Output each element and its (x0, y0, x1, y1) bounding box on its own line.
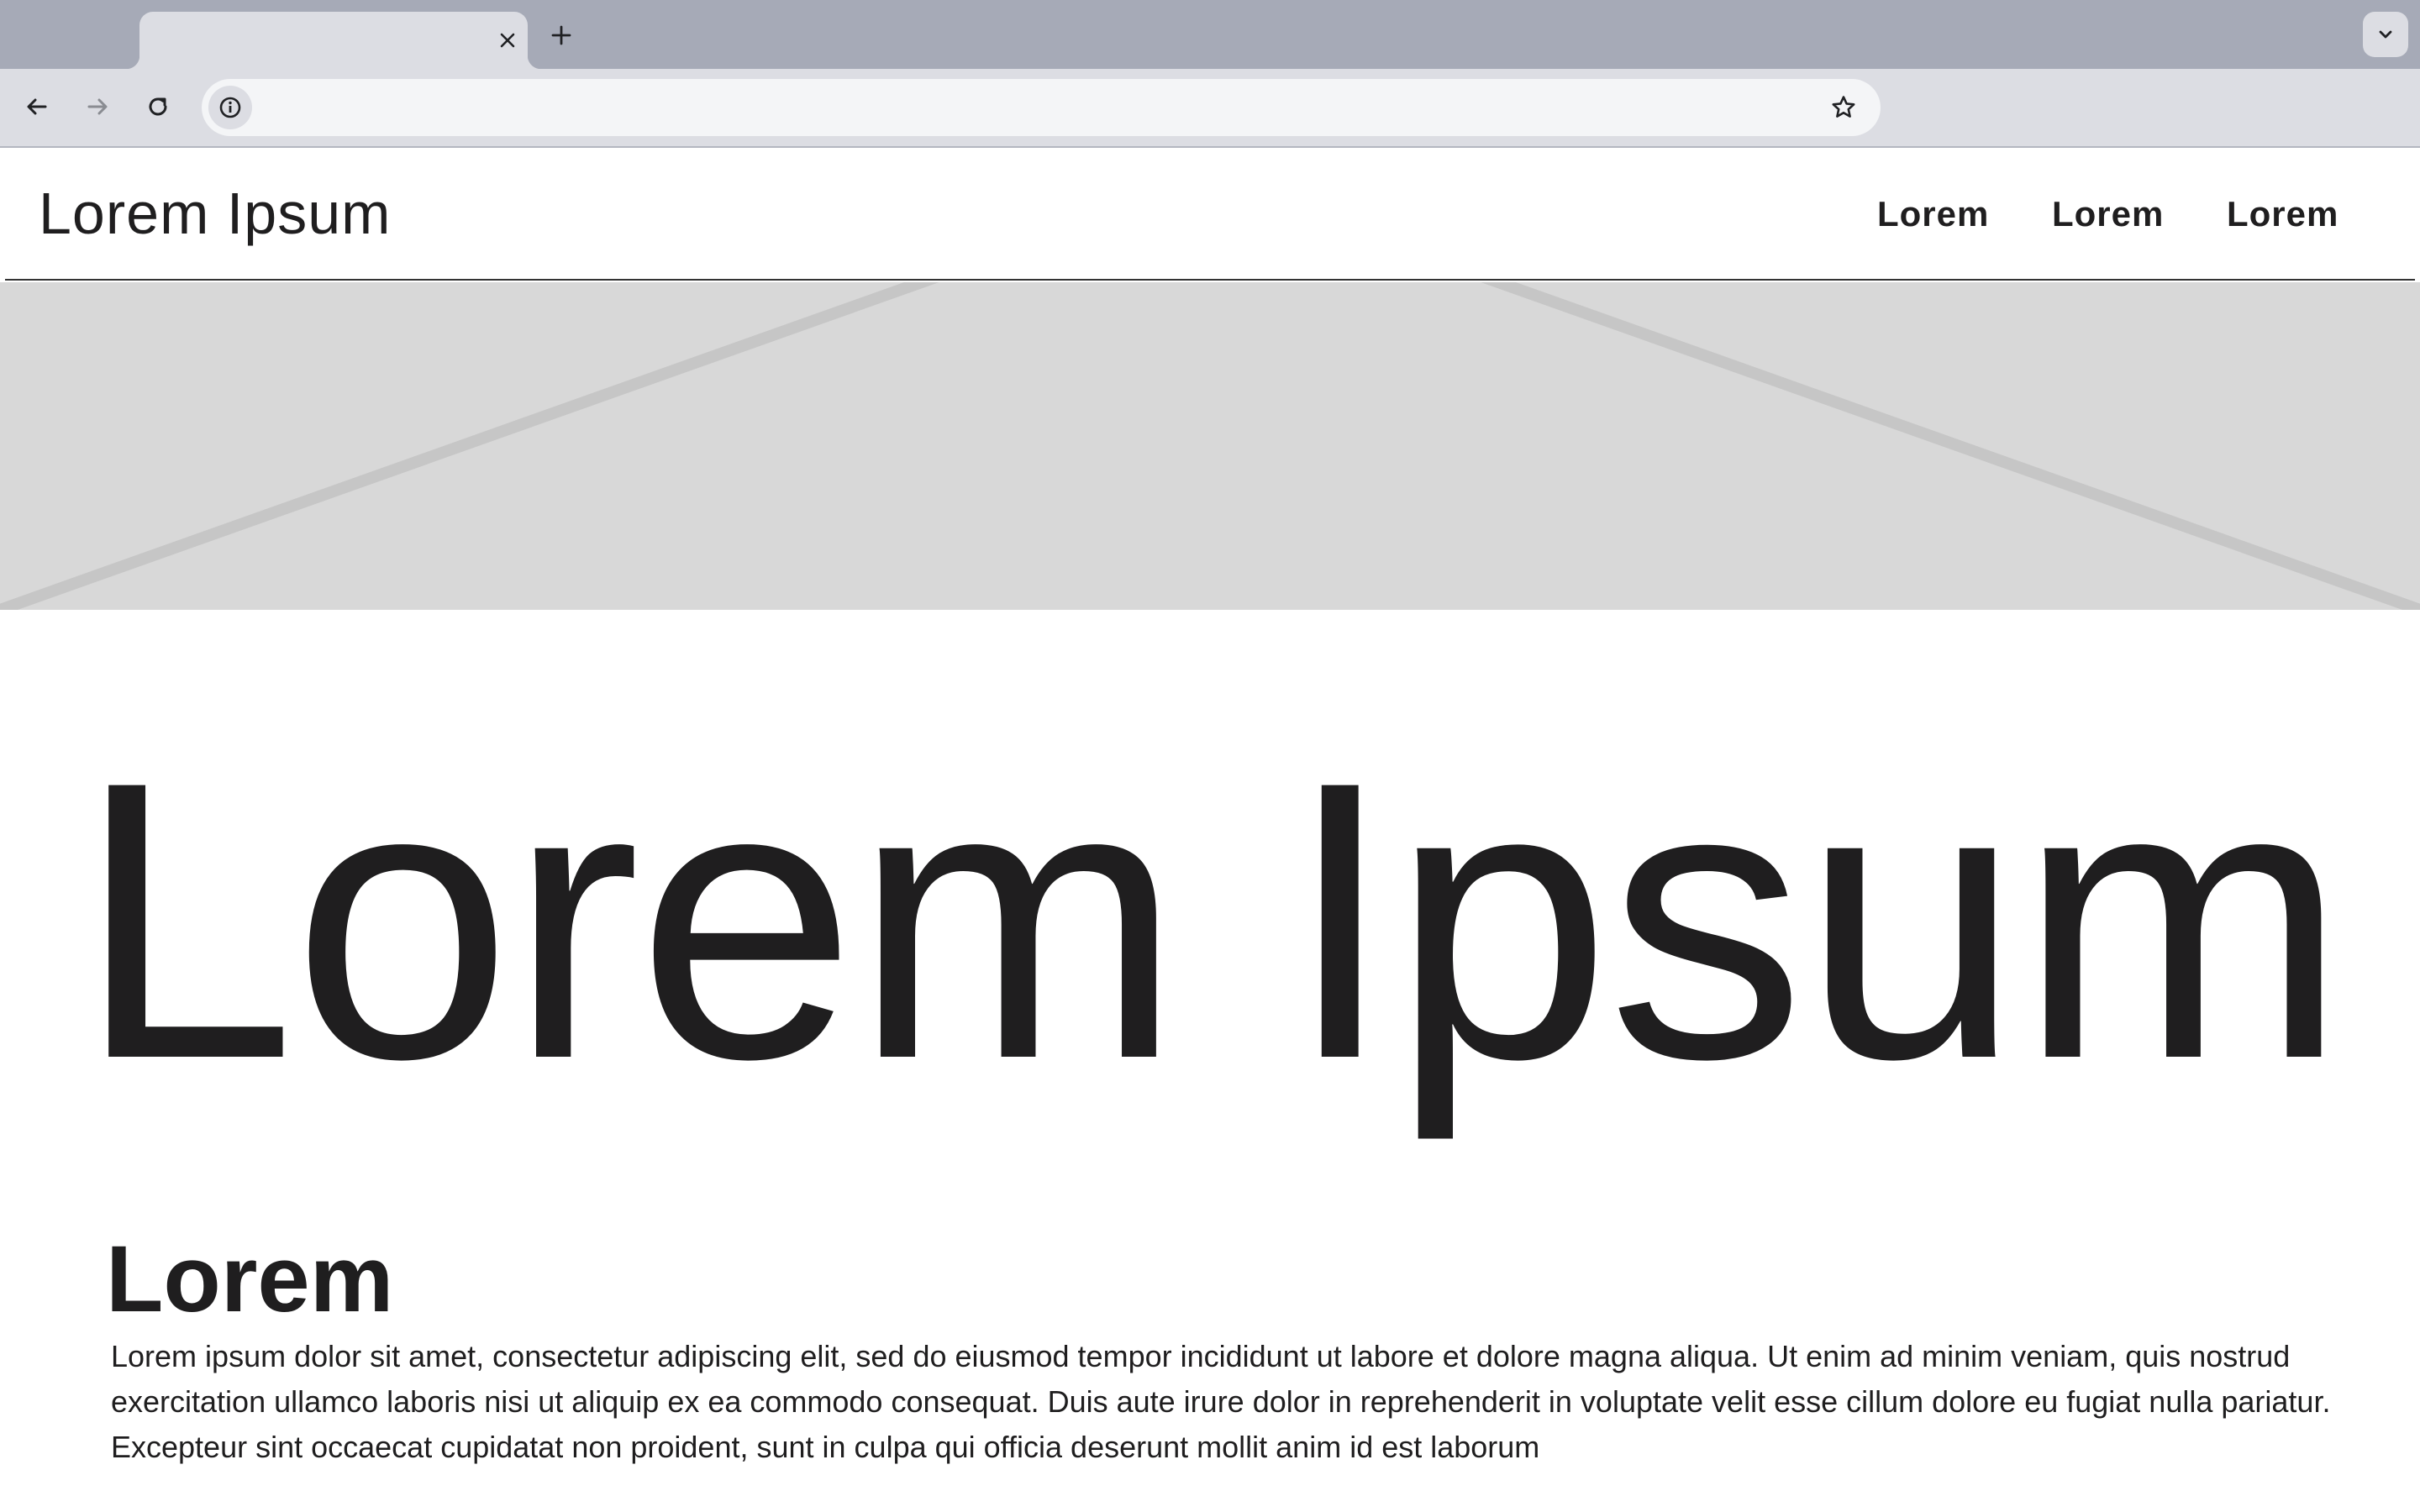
section-heading: Lorem (106, 1226, 394, 1331)
close-icon[interactable] (494, 27, 521, 54)
hero-title: Lorem Ipsum (76, 700, 2348, 1141)
reload-icon[interactable] (138, 87, 178, 127)
arrow-right-icon[interactable] (77, 87, 118, 127)
arrow-left-icon[interactable] (17, 87, 57, 127)
plus-icon[interactable] (544, 18, 578, 52)
address-bar[interactable] (202, 79, 1881, 136)
site-header: Lorem Ipsum Lorem Lorem Lorem (5, 148, 2415, 281)
page-viewport: Lorem Ipsum Lorem Lorem Lorem Lorem Ipsu… (0, 148, 2420, 1512)
hero-image-placeholder (0, 282, 2420, 610)
chevron-down-icon[interactable] (2363, 12, 2408, 57)
nav-link-1[interactable]: Lorem (1877, 193, 1989, 235)
browser-toolbar (0, 69, 2420, 148)
info-icon[interactable] (208, 86, 252, 129)
browser-tab[interactable] (126, 12, 541, 69)
section-body-text: Lorem ipsum dolor sit amet, consectetur … (111, 1339, 2331, 1464)
nav-link-2[interactable]: Lorem (2052, 193, 2164, 235)
star-icon[interactable] (1827, 91, 1860, 124)
placeholder-cross (0, 282, 2420, 610)
tab-strip (0, 0, 2420, 69)
nav-link-3[interactable]: Lorem (2227, 193, 2338, 235)
site-logo[interactable]: Lorem Ipsum (39, 180, 391, 247)
